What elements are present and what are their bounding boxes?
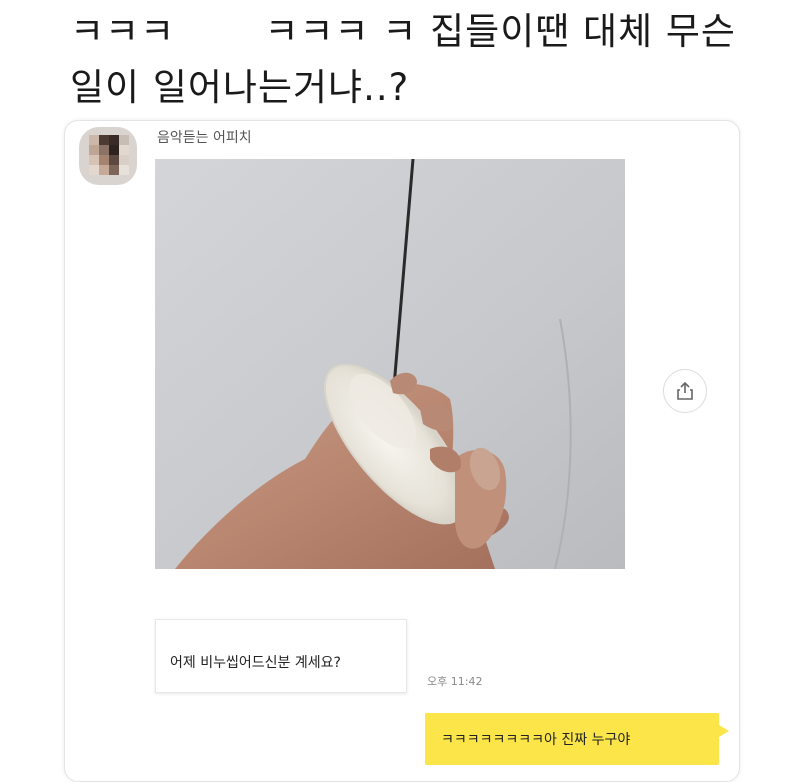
outgoing-message-bubble[interactable]: ㅋㅋㅋㅋㅋㅋㅋㅋ아 진짜 누구야 xyxy=(425,713,719,765)
incoming-message-bubble[interactable]: 어제 비누씹어드신분 계세요? xyxy=(155,619,407,693)
sender-avatar[interactable] xyxy=(79,127,137,185)
outgoing-bubble-tail xyxy=(719,725,729,737)
incoming-message-text: 어제 비누씹어드신분 계세요? xyxy=(170,655,341,671)
chat-screenshot: 음악듣는 어피치 어제 비누씹어드신분 계세요? 오후 11:42 ㅋㅋㅋㅋㅋㅋ… xyxy=(64,120,740,782)
sender-name: 음악듣는 어피치 xyxy=(157,130,252,146)
caption-line-2: 일이 일어나는거냐..? xyxy=(70,66,410,109)
share-button[interactable] xyxy=(663,369,707,413)
post-caption: ㅋㅋㅋ ㅋㅋㅋ ㅋ 집들이땐 대체 무슨 일이 일어나는거냐..? xyxy=(70,4,750,116)
outgoing-message-text: ㅋㅋㅋㅋㅋㅋㅋㅋ아 진짜 누구야 xyxy=(441,732,631,748)
chat-photo[interactable] xyxy=(155,159,625,569)
caption-line-1: ㅋㅋㅋ ㅋㅋㅋ ㅋ 집들이땐 대체 무슨 xyxy=(70,10,736,53)
share-icon xyxy=(677,381,693,400)
message-timestamp: 오후 11:42 xyxy=(427,675,483,688)
photo-hand-holding-soap xyxy=(155,159,625,569)
